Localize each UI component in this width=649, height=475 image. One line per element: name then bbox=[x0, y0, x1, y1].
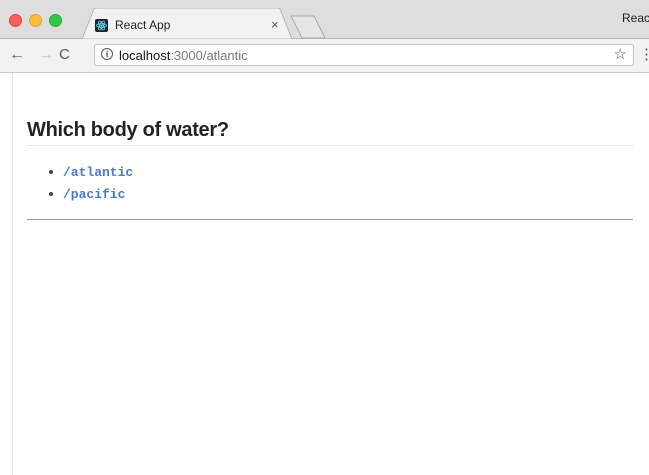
content-divider bbox=[27, 219, 633, 220]
url-host: localhost bbox=[119, 48, 171, 63]
tab-strip: React App × Reac bbox=[0, 0, 649, 39]
url-text[interactable]: localhost:3000/atlantic bbox=[119, 48, 248, 63]
pacific-link[interactable]: /pacific bbox=[63, 187, 125, 202]
forward-arrow-icon[interactable]: → bbox=[38, 46, 54, 64]
info-icon[interactable]: i bbox=[101, 48, 113, 60]
address-bar[interactable]: i localhost:3000/atlantic ☆ bbox=[94, 44, 634, 66]
bullet bbox=[49, 192, 53, 196]
profile-label[interactable]: Reac bbox=[622, 10, 649, 26]
url-path: :3000/atlantic bbox=[170, 48, 248, 63]
window-minimize-button[interactable] bbox=[29, 14, 42, 27]
tab-react-app[interactable]: React App × bbox=[82, 8, 292, 39]
window-left-edge bbox=[0, 73, 13, 475]
tab-shape bbox=[82, 8, 292, 39]
window-close-button[interactable] bbox=[9, 14, 22, 27]
list-item: /pacific bbox=[27, 183, 133, 205]
list-item: /atlantic bbox=[27, 161, 133, 183]
window-maximize-button[interactable] bbox=[49, 14, 62, 27]
route-link-list: /atlantic /pacific bbox=[27, 161, 133, 205]
atlantic-link[interactable]: /atlantic bbox=[63, 165, 133, 180]
title-divider bbox=[27, 145, 633, 146]
page-title: Which body of water? bbox=[27, 119, 229, 141]
tab-close-icon[interactable]: × bbox=[271, 17, 279, 33]
new-tab-button[interactable] bbox=[290, 15, 326, 39]
menu-icon[interactable]: ⋮ bbox=[639, 47, 649, 63]
reload-icon[interactable]: C bbox=[59, 46, 70, 64]
tab-title: React App bbox=[115, 18, 171, 32]
browser-toolbar: ← → C i localhost:3000/atlantic ☆ ⋮ bbox=[0, 39, 649, 73]
back-arrow-icon[interactable]: ← bbox=[9, 46, 25, 64]
bullet bbox=[49, 170, 53, 174]
bookmark-star-icon[interactable]: ☆ bbox=[614, 46, 627, 64]
page-content: Which body of water? /atlantic /pacific bbox=[0, 73, 649, 475]
react-icon bbox=[95, 19, 108, 32]
